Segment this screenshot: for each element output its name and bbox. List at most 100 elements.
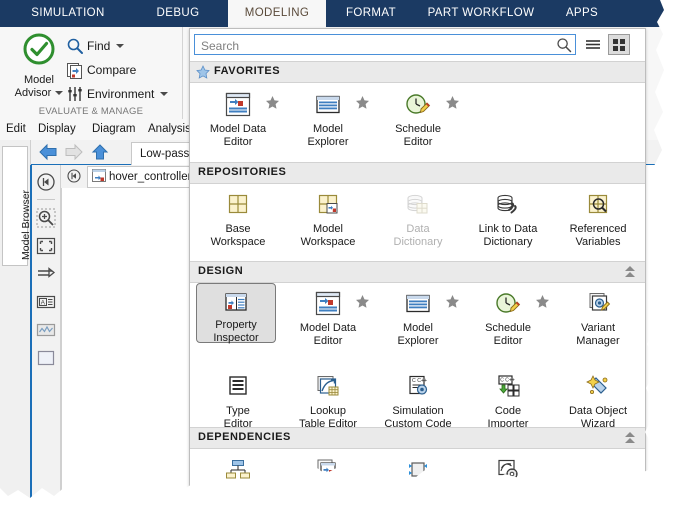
menu-item-display[interactable]: Display: [38, 119, 76, 140]
favorite-star-icon[interactable]: [355, 95, 370, 110]
canvas-toolstrip: A: [31, 165, 61, 516]
grid-view-icon[interactable]: [608, 34, 630, 55]
gallery-item-label-1: Property: [197, 319, 275, 332]
base-workspace-icon: [198, 187, 278, 223]
gallery-item-label-1: Code: [468, 405, 548, 418]
gallery-item-variant-manager[interactable]: Variant Manager: [558, 286, 638, 348]
fit-to-view-icon[interactable]: [35, 235, 57, 257]
gallery-item-referenced-variables[interactable]: Referenced Variables: [558, 187, 638, 249]
menu-item-diagram[interactable]: Diagram: [92, 119, 135, 140]
search-icon[interactable]: [556, 37, 572, 53]
gallery-item-schedule-editor-design[interactable]: Schedule Editor: [468, 286, 548, 348]
gallery-item-data-object-wizard[interactable]: Data Object Wizard: [558, 369, 638, 431]
find-button[interactable]: Find: [66, 34, 124, 56]
gallery-item-property-inspector[interactable]: Property Inspector: [196, 283, 276, 343]
gallery-item-label-2: Dictionary: [378, 236, 458, 249]
ribbon-group-label: EVALUATE & MANAGE: [0, 106, 182, 117]
type-editor-icon: [198, 369, 278, 405]
gallery-item-label-1: Model: [378, 322, 458, 335]
gallery-item-label-1: Simulation: [378, 405, 458, 418]
annotation-icon[interactable]: A: [35, 291, 57, 313]
gallery-item-simulation-custom-code[interactable]: C C++ Simulation Custom Code: [378, 369, 458, 431]
svg-text:A: A: [41, 299, 46, 306]
gallery-item-code-importer[interactable]: C C++ Code Importer: [468, 369, 548, 431]
arrow-up-icon[interactable]: [89, 143, 111, 161]
breadcrumb-back-icon[interactable]: [66, 168, 82, 184]
gallery-item-model-explorer-design[interactable]: Model Explorer: [378, 286, 458, 348]
section-header-dependencies[interactable]: DEPENDENCIES: [190, 427, 645, 449]
search-box[interactable]: [194, 34, 576, 55]
gallery-item-label-2: Explorer: [288, 136, 368, 149]
tab-simulation[interactable]: SIMULATION: [8, 0, 128, 27]
chevron-down-icon[interactable]: [55, 91, 63, 95]
gallery-popup: FAVORITES Model Data Editor: [189, 28, 646, 500]
environment-chevron-down-icon[interactable]: [160, 92, 168, 96]
tab-format[interactable]: FORMAT: [326, 0, 416, 27]
favorite-star-icon[interactable]: [355, 294, 370, 309]
section-header-repositories[interactable]: REPOSITORIES: [190, 162, 645, 184]
compare-button[interactable]: Compare: [66, 58, 136, 80]
model-icon: [92, 169, 106, 182]
section-header-favorites[interactable]: FAVORITES: [190, 61, 645, 83]
gallery-item-label-1: Variant: [558, 322, 638, 335]
data-dictionary-icon: [378, 187, 458, 223]
section-header-design[interactable]: DESIGN: [190, 261, 645, 283]
favorite-star-icon[interactable]: [265, 95, 280, 110]
gallery-item-model-hierarchy[interactable]: [198, 453, 278, 489]
gallery-item-type-editor[interactable]: Type Editor: [198, 369, 278, 431]
gallery-item-label-1: Type: [198, 405, 278, 418]
gallery-item-lookup-table-editor[interactable]: Lookup Table Editor: [288, 369, 368, 431]
left-dock: Model Browser: [0, 140, 31, 516]
favorite-star-icon[interactable]: [445, 95, 460, 110]
gallery-item-label-1: Base: [198, 223, 278, 236]
gallery-item-data-dictionary[interactable]: Data Dictionary: [378, 187, 458, 249]
search-input[interactable]: [199, 35, 555, 56]
data-object-wizard-icon: [558, 369, 638, 405]
gallery-item-label-1: Data: [378, 223, 458, 236]
signal-trace-icon[interactable]: [35, 263, 57, 285]
model-browser-tab[interactable]: Model Browser: [2, 146, 28, 266]
menu-item-edit[interactable]: Edit: [6, 119, 26, 140]
check-circle-icon: [21, 54, 57, 71]
model-dependency-icon: [288, 453, 368, 489]
arrow-left-icon[interactable]: [37, 143, 59, 161]
interface-icon: [378, 453, 458, 489]
scroll-up-icon[interactable]: [623, 430, 637, 446]
model-advisor-button[interactable]: Model Advisor: [8, 31, 70, 105]
gallery-item-model-explorer-fav[interactable]: Model Explorer: [288, 87, 368, 149]
gallery-item-model-data-editor-design[interactable]: Model Data Editor: [288, 286, 368, 348]
favorite-star-icon[interactable]: [535, 294, 550, 309]
arrow-right-icon[interactable]: [63, 143, 85, 161]
environment-button[interactable]: Environment: [66, 82, 168, 104]
gallery-item-label-1: Model: [288, 223, 368, 236]
variant-manager-icon: [558, 286, 638, 322]
menu-item-analysis[interactable]: Analysis: [148, 119, 191, 140]
gallery-item-model-data-editor-fav[interactable]: Model Data Editor: [198, 87, 278, 149]
gallery-item-base-workspace[interactable]: Base Workspace: [198, 187, 278, 249]
gallery-item-label-1: Data Object: [558, 405, 638, 418]
gallery-item-model-dependency[interactable]: [288, 453, 368, 489]
scroll-up-icon[interactable]: [623, 264, 637, 280]
list-view-icon[interactable]: [582, 34, 604, 55]
favorite-star-icon[interactable]: [445, 294, 460, 309]
sliders-icon: [66, 85, 84, 103]
gallery-item-model-workspace[interactable]: Model Workspace: [288, 187, 368, 249]
tab-part-workflow[interactable]: PART WORKFLOW: [416, 0, 546, 27]
scope-icon[interactable]: [35, 319, 57, 341]
back-to-parent-icon[interactable]: [35, 171, 57, 193]
tab-debug[interactable]: DEBUG: [128, 0, 228, 27]
simulation-custom-code-icon: C C++: [378, 369, 458, 405]
tab-modeling[interactable]: MODELING: [228, 0, 326, 27]
model-advisor-label-2: Advisor: [8, 87, 70, 100]
find-chevron-down-icon[interactable]: [116, 44, 124, 48]
magnifier-icon: [66, 37, 84, 55]
compare-label: Compare: [87, 63, 136, 77]
zoom-in-icon[interactable]: [35, 207, 57, 229]
tab-apps[interactable]: APPS: [546, 0, 618, 27]
gallery-item-label-1: Referenced: [558, 223, 638, 236]
gallery-item-interface[interactable]: [378, 453, 458, 489]
gallery-item-schedule-editor-fav[interactable]: Schedule Editor: [378, 87, 458, 149]
gallery-item-link-to-data-dictionary[interactable]: Link to Data Dictionary: [468, 187, 548, 249]
blank-block-icon[interactable]: [35, 347, 57, 369]
gallery-item-model-settings[interactable]: [468, 453, 548, 489]
